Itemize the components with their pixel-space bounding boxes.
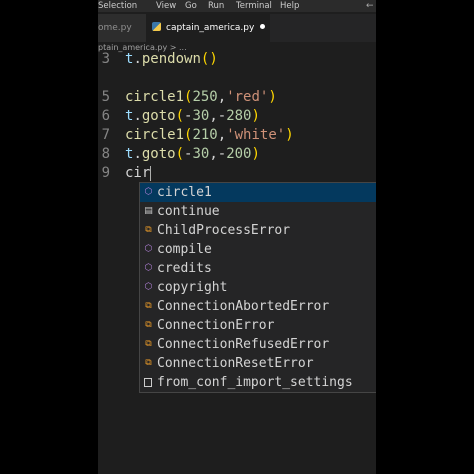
code-line[interactable]: t.goto(-30,-200): [125, 146, 260, 162]
tab-label: ome.py: [98, 23, 132, 33]
menu-go[interactable]: Go: [185, 0, 197, 12]
unsaved-dot-icon[interactable]: [260, 24, 266, 29]
tab-home-py[interactable]: ome.py: [98, 14, 146, 42]
python-file-icon: [152, 22, 161, 31]
tab-bar: ome.py captain_america.py: [98, 14, 376, 42]
suggestion-item[interactable]: ⬡ compile: [140, 240, 376, 259]
menu-selection[interactable]: Selection: [98, 0, 137, 12]
menu-terminal[interactable]: Terminal: [236, 0, 272, 12]
class-icon: ⧉: [145, 301, 152, 311]
code-line[interactable]: circle1(250,'red'): [125, 89, 277, 105]
menu-view[interactable]: View: [156, 0, 176, 12]
menu-run[interactable]: Run: [208, 0, 224, 12]
code-line-current[interactable]: cir: [125, 165, 152, 181]
back-arrow-icon[interactable]: ←: [366, 0, 374, 12]
text-cursor: [150, 165, 152, 181]
autocomplete-suggestions: ⬡ circle1 ▤ continue ⧉ ChildProcessError…: [139, 182, 376, 393]
code-line[interactable]: t.pendown(): [125, 51, 218, 67]
line-number: 3: [101, 51, 110, 67]
class-icon: ⧉: [145, 225, 152, 235]
suggestion-item[interactable]: ⧉ ConnectionAbortedError: [140, 297, 376, 316]
class-icon: ⧉: [145, 339, 152, 349]
suggestion-item[interactable]: ⧉ ConnectionRefusedError: [140, 335, 376, 354]
video-frame: Selection View Go Run Terminal Help ← om…: [0, 0, 474, 474]
code-line[interactable]: circle1(210,'white'): [125, 127, 294, 143]
line-number: 5: [101, 89, 110, 105]
menu-bar: Selection View Go Run Terminal Help ←: [98, 0, 376, 12]
keyword-icon: ▤: [144, 206, 153, 216]
suggestion-item[interactable]: ⬡ copyright: [140, 278, 376, 297]
suggestion-item[interactable]: ▤ continue: [140, 202, 376, 221]
line-number: 8: [101, 146, 110, 162]
file-icon: [144, 378, 152, 387]
line-number: 9: [101, 165, 110, 181]
function-icon: ⬡: [144, 187, 153, 197]
tab-label: captain_america.py: [166, 23, 255, 33]
vscode-window: Selection View Go Run Terminal Help ← om…: [98, 0, 376, 474]
menu-help[interactable]: Help: [280, 0, 299, 12]
suggestion-item[interactable]: from_conf_import_settings: [140, 373, 376, 392]
code-line[interactable]: t.goto(-30,-280): [125, 108, 260, 124]
suggestion-item[interactable]: ⧉ ConnectionResetError: [140, 354, 376, 373]
function-icon: ⬡: [144, 282, 153, 292]
suggestion-item[interactable]: ⧉ ConnectionError: [140, 316, 376, 335]
suggestion-item[interactable]: ⬡ circle1: [140, 183, 376, 202]
class-icon: ⧉: [145, 320, 152, 330]
function-icon: ⬡: [144, 244, 153, 254]
typed-text: cir: [125, 165, 151, 181]
tab-captain-america-py[interactable]: captain_america.py: [146, 14, 270, 42]
suggestion-item[interactable]: ⬡ credits: [140, 259, 376, 278]
line-number: 7: [101, 127, 110, 143]
suggestion-item[interactable]: ⧉ ChildProcessError: [140, 221, 376, 240]
class-icon: ⧉: [145, 358, 152, 368]
line-number: 6: [101, 108, 110, 124]
function-icon: ⬡: [144, 263, 153, 273]
